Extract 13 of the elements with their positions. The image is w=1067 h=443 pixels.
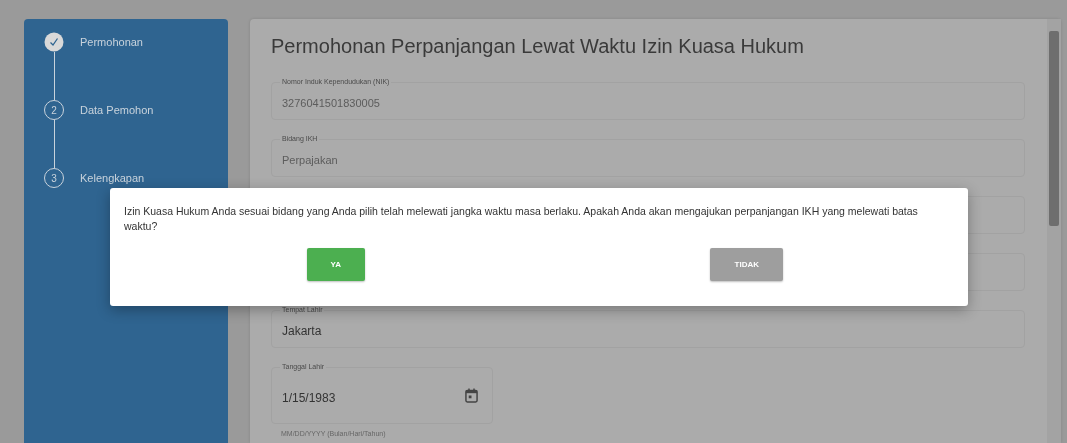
field-value: Jakarta: [282, 324, 322, 338]
form-title: Permohonan Perpanjangan Lewat Waktu Izin Kuasa Hukum: [271, 35, 805, 58]
field-value: 1/15/1983: [282, 390, 336, 405]
field-value: Perpajakan: [282, 154, 338, 166]
confirm-button[interactable]: YA: [306, 248, 365, 281]
cancel-button[interactable]: TIDAK: [710, 248, 784, 281]
step-label[interactable]: Kelengkapan: [80, 172, 145, 184]
calendar-icon[interactable]: [465, 388, 478, 403]
scrollbar-thumb[interactable]: [1049, 31, 1059, 226]
step-label[interactable]: Permohonan: [80, 36, 143, 48]
step-label[interactable]: Data Pemohon: [80, 104, 154, 116]
field-value: 3276041501830005: [282, 97, 380, 109]
dialog-message: Izin Kuasa Hukum Anda sesuai bidang yang Anda pilih telah melewati jangka waktu masa berlaku. Apakah Anda akan mengajukan perpanjangan IKH yang melewati batas waktu?: [124, 204, 919, 234]
